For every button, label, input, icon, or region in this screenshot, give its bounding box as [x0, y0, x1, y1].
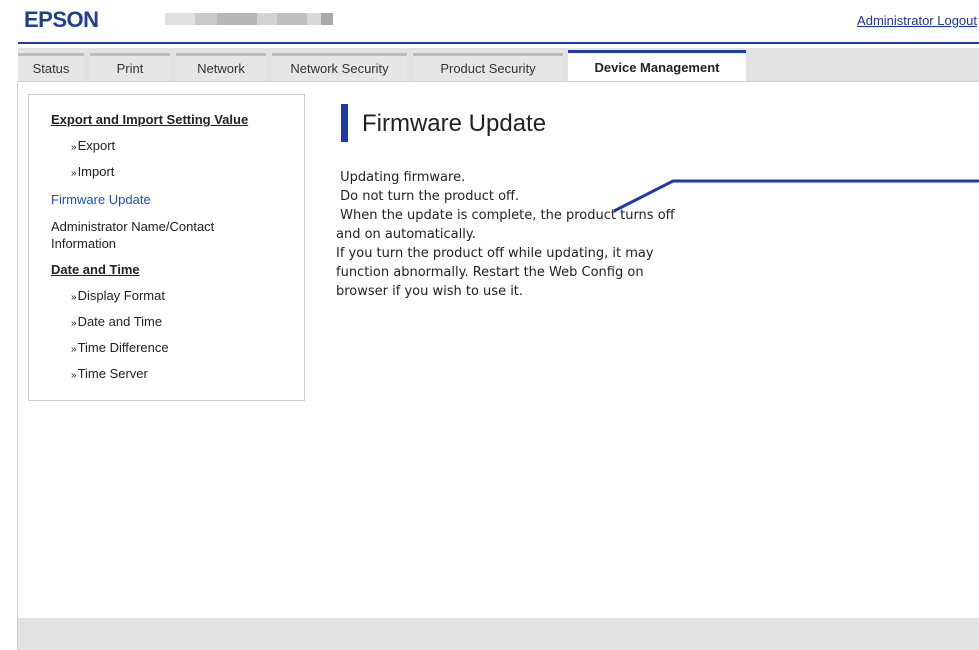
message-line: Do not turn the product off. [336, 189, 520, 204]
menu-firmware-update[interactable]: Firmware Update [51, 192, 151, 207]
tab-network[interactable]: Network [176, 53, 266, 82]
administrator-logout-link[interactable]: Administrator Logout [857, 13, 977, 28]
menu-date-and-time-heading[interactable]: Date and Time [51, 262, 140, 277]
blurred-printer-name [165, 13, 333, 25]
tab-device-management[interactable]: Device Management [568, 50, 746, 82]
side-menu: Export and Import Setting Value »Export … [28, 94, 305, 401]
chevron-right-icon: » [71, 292, 77, 303]
menu-import[interactable]: »Import [71, 164, 114, 179]
footer-bar [17, 618, 979, 650]
message-line: If you turn the product off while updati… [336, 246, 654, 261]
message-line: and on automatically. [336, 227, 476, 242]
menu-time-server-label: Time Server [77, 366, 148, 381]
menu-time-difference-label: Time Difference [77, 340, 169, 355]
tab-product-security[interactable]: Product Security [413, 53, 563, 82]
tab-status[interactable]: Status [18, 53, 84, 82]
epson-logo: EPSON [24, 7, 99, 32]
menu-export-import-heading[interactable]: Export and Import Setting Value [51, 112, 248, 127]
menu-display-format-label: Display Format [77, 288, 165, 303]
menu-export-label: Export [77, 138, 116, 153]
chevron-right-icon: » [71, 142, 77, 153]
tab-print[interactable]: Print [90, 53, 170, 82]
chevron-right-icon: » [71, 318, 77, 329]
tab-bar: Status Print Network Network Security Pr… [18, 48, 979, 82]
chevron-right-icon: » [71, 344, 77, 355]
menu-date-and-time-label: Date and Time [77, 314, 163, 329]
tab-network-security[interactable]: Network Security [272, 53, 407, 82]
menu-display-format[interactable]: »Display Format [71, 288, 165, 303]
message-line: function abnormally. Restart the Web Con… [336, 265, 644, 280]
menu-time-server[interactable]: »Time Server [71, 366, 148, 381]
menu-time-difference[interactable]: »Time Difference [71, 340, 169, 355]
menu-import-label: Import [77, 164, 115, 179]
header-divider [18, 42, 979, 44]
firmware-update-message: Updating firmware. Do not turn the produ… [336, 168, 756, 301]
header-bar: EPSON Administrator Logout [0, 0, 979, 44]
page-title: Firmware Update [362, 110, 547, 137]
menu-export[interactable]: »Export [71, 138, 115, 153]
message-line: browser if you wish to use it. [336, 284, 524, 299]
message-line: When the update is complete, the product… [336, 208, 675, 223]
chevron-right-icon: » [71, 370, 77, 381]
chevron-right-icon: » [71, 168, 77, 179]
menu-date-and-time[interactable]: »Date and Time [71, 314, 162, 329]
message-line: Updating firmware. [336, 170, 466, 185]
menu-administrator-name-contact[interactable]: Administrator Name/Contact Information [51, 218, 271, 252]
title-accent-bar [341, 104, 348, 142]
